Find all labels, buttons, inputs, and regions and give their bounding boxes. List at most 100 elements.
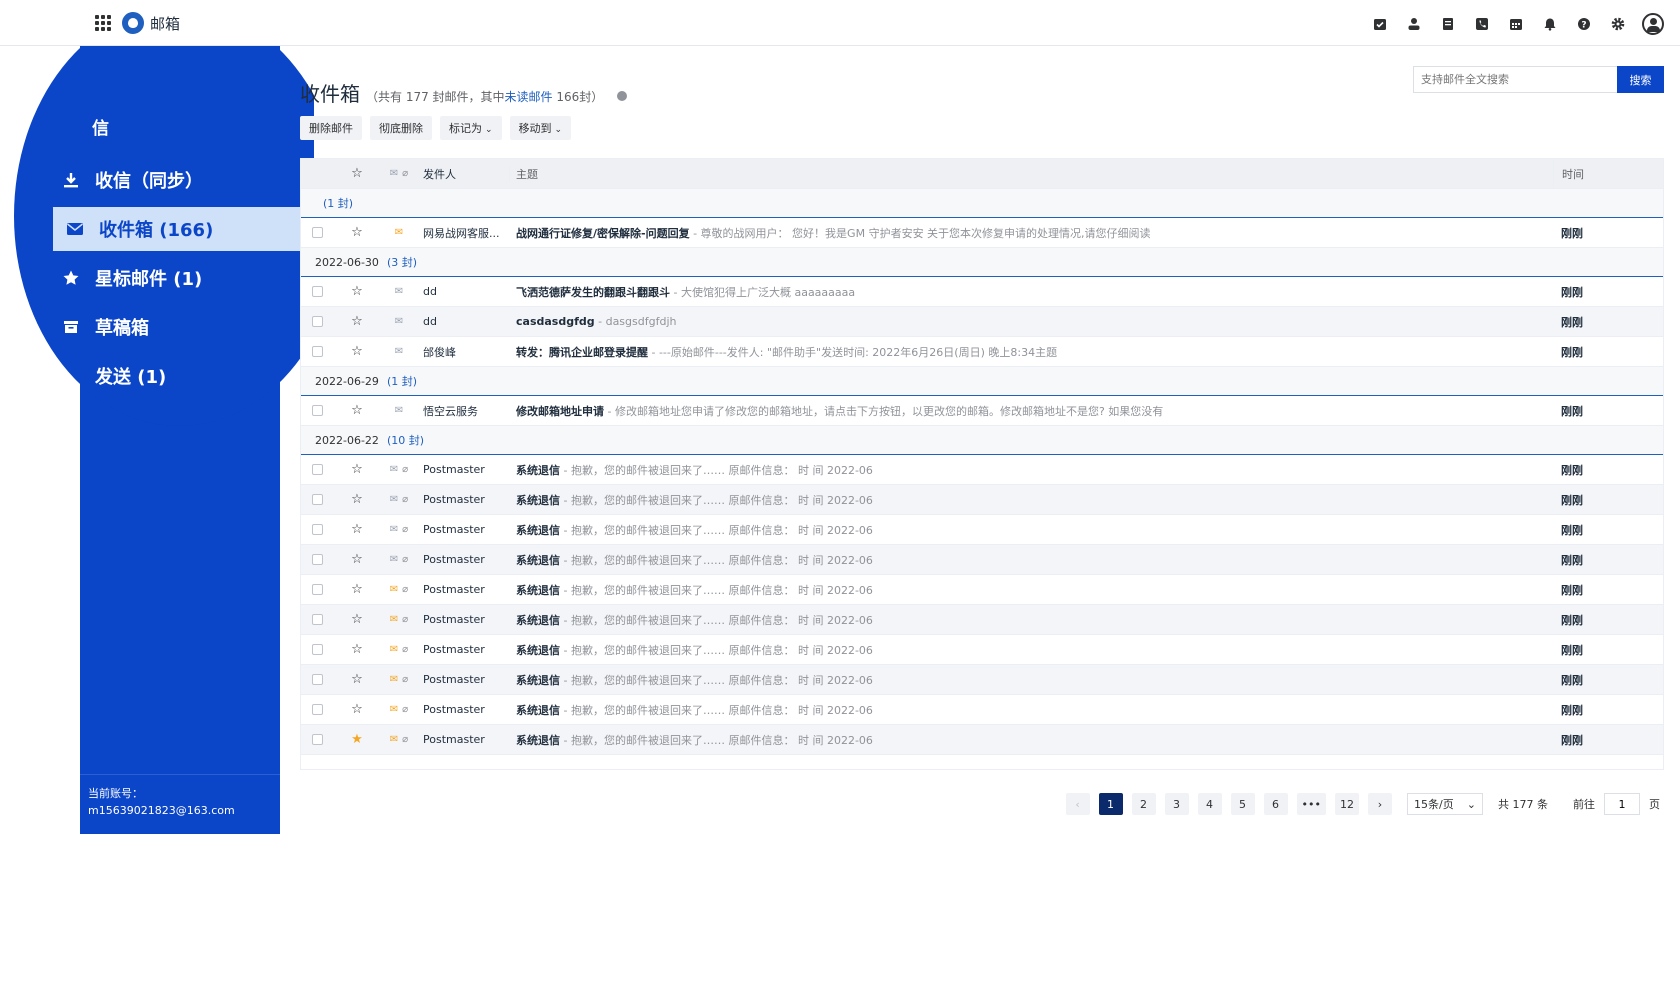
next-page-button[interactable]: › [1368, 793, 1392, 815]
envelope-icon: ✉ [389, 464, 399, 475]
phone-icon[interactable] [1472, 14, 1492, 34]
page-button[interactable]: 4 [1197, 793, 1222, 815]
column-from[interactable]: 发件人 [417, 166, 509, 182]
row-checkbox[interactable] [311, 405, 323, 416]
sidebar-item-inbox[interactable]: 收件箱 (166) [49, 207, 314, 251]
row-checkbox[interactable] [311, 704, 323, 715]
row-checkbox-cell [301, 494, 333, 505]
table-row[interactable]: ☆ ✉ ⌀ Postmaster 系统退信 - 抱歉，您的邮件被退回来了…… 原邮件信息… [301, 605, 1663, 635]
date-group-header[interactable]: 2022-06-29 (1 封) [301, 367, 1663, 396]
table-row[interactable]: ☆ ✉ 网易战网客服... 战网通行证修复/密保解除-问题回复 - 尊敬的战网用户： … [301, 218, 1663, 248]
star-icon[interactable]: ☆ [333, 314, 381, 329]
calendar-icon[interactable] [1506, 14, 1526, 34]
row-subject: 系统退信 [516, 703, 560, 717]
row-time: 刚刚 [1561, 285, 1583, 299]
column-subject[interactable]: 主题 [509, 165, 1553, 182]
table-row[interactable]: ☆ ✉ 悟空云服务 修改邮箱地址申请 - 修改邮箱地址您申请了修改您的邮箱地址，请点击… [301, 396, 1663, 426]
table-row[interactable]: ☆ ✉ ⌀ Postmaster 系统退信 - 抱歉，您的邮件被退回来了…… 原邮件信息… [301, 635, 1663, 665]
star-icon[interactable]: ☆ [333, 284, 381, 299]
row-checkbox[interactable] [311, 346, 323, 357]
star-icon[interactable]: ★ [333, 732, 381, 747]
star-icon[interactable]: ☆ [333, 522, 381, 537]
prev-page-button[interactable]: ‹ [1065, 793, 1090, 815]
star-icon[interactable]: ☆ [333, 672, 381, 687]
contacts-icon[interactable] [1404, 14, 1424, 34]
table-row[interactable]: ☆ ✉ ⌀ Postmaster 系统退信 - 抱歉，您的邮件被退回来了…… 原邮件信息… [301, 665, 1663, 695]
unread-link[interactable]: 未读邮件 [505, 90, 553, 104]
table-row[interactable]: ☆ ✉ ⌀ Postmaster 系统退信 - 抱歉，您的邮件被退回来了…… 原邮件信息… [301, 515, 1663, 545]
sidebar-item-sent[interactable]: 发送 (1) [49, 354, 178, 398]
settings-icon[interactable] [1608, 14, 1628, 34]
star-icon[interactable]: ☆ [333, 403, 381, 418]
page-size-select[interactable]: 15条/页 ⌄ [1407, 793, 1483, 815]
task-icon[interactable] [1370, 14, 1390, 34]
row-checkbox[interactable] [311, 614, 323, 625]
row-checkbox[interactable] [311, 554, 323, 565]
star-icon[interactable]: ☆ [333, 612, 381, 627]
page-button[interactable]: 1 [1098, 793, 1123, 815]
table-row[interactable]: ☆ ✉ dd 飞洒范德萨发生的翻跟斗翻跟斗 - 大使馆犯得上广泛大概 aaaaaaaa… [301, 277, 1663, 307]
table-row[interactable]: ☆ ✉ 邰俊峰 转发：腾讯企业邮登录提醒 - ---原始邮件---发件人: "邮件助手… [301, 337, 1663, 367]
mark-as-dropdown[interactable]: 标记为 ⌄ [440, 116, 502, 140]
page-button[interactable]: 5 [1230, 793, 1255, 815]
help-icon[interactable]: ? [1574, 14, 1594, 34]
page-button[interactable]: 12 [1335, 793, 1359, 815]
star-icon[interactable]: ☆ [333, 552, 381, 567]
avatar-icon[interactable] [1642, 13, 1664, 35]
table-row[interactable]: ★ ✉ ⌀ Postmaster 系统退信 - 抱歉，您的邮件被退回来了…… 原邮件信息… [301, 725, 1663, 755]
star-icon[interactable]: ☆ [333, 462, 381, 477]
row-checkbox[interactable] [311, 584, 323, 595]
star-icon[interactable]: ☆ [333, 344, 381, 359]
move-to-dropdown[interactable]: 移动到 ⌄ [509, 116, 572, 140]
notes-icon[interactable] [1438, 14, 1458, 34]
row-checkbox-cell [301, 524, 333, 535]
row-checkbox[interactable] [311, 316, 323, 327]
row-checkbox-cell [301, 704, 333, 715]
sidebar-item-drafts[interactable]: 草稿箱 [49, 305, 161, 349]
row-preview: - 抱歉，您的邮件被退回来了…… 原邮件信息： 时 间 2022-06 [560, 643, 873, 657]
mail-status-cell: ✉ ⌀ [381, 734, 417, 745]
row-checkbox[interactable] [311, 286, 323, 297]
table-row[interactable]: ☆ ✉ ⌀ Postmaster 系统退信 - 抱歉，您的邮件被退回来了…… 原邮件信息… [301, 455, 1663, 485]
summary-pre: （共有 177 封邮件，其中 [366, 90, 505, 104]
date-group-header[interactable]: (1 封) [301, 189, 1663, 218]
page-button[interactable]: 3 [1164, 793, 1189, 815]
star-icon[interactable]: ☆ [333, 225, 381, 240]
page-button[interactable]: ••• [1296, 793, 1326, 815]
table-row[interactable]: ☆ ✉ ⌀ Postmaster 系统退信 - 抱歉，您的邮件被退回来了…… 原邮件信息… [301, 575, 1663, 605]
star-icon[interactable]: ☆ [333, 492, 381, 507]
row-checkbox[interactable] [311, 464, 323, 475]
group-count: (1 封) [386, 375, 418, 388]
row-checkbox[interactable] [311, 494, 323, 505]
apps-grid-icon[interactable] [95, 15, 111, 31]
star-icon[interactable]: ☆ [333, 702, 381, 717]
mail-status-cell: ✉ ⌀ [381, 584, 417, 595]
row-checkbox[interactable] [311, 734, 323, 745]
date-group-header[interactable]: 2022-06-22 (10 封) [301, 426, 1663, 455]
page-button[interactable]: 2 [1131, 793, 1156, 815]
table-row[interactable]: ☆ ✉ dd casdasdgfdg - dasgsdfgfdjh 刚刚 [301, 307, 1663, 337]
sidebar-item-starred[interactable]: 星标邮件 (1) [49, 256, 214, 300]
sidebar-item-sync[interactable]: 收信（同步） [49, 158, 215, 202]
search-button[interactable]: 搜索 [1617, 66, 1664, 93]
page-button[interactable]: 6 [1263, 793, 1288, 815]
table-row[interactable]: ☆ ✉ ⌀ Postmaster 系统退信 - 抱歉，您的邮件被退回来了…… 原邮件信息… [301, 695, 1663, 725]
sidebar-item-label: 星标邮件 (1) [95, 269, 203, 290]
star-icon[interactable]: ☆ [333, 582, 381, 597]
date-group-header[interactable]: 2022-06-30 (3 封) [301, 248, 1663, 277]
row-checkbox[interactable] [311, 644, 323, 655]
row-checkbox[interactable] [311, 227, 323, 238]
delete-button[interactable]: 删除邮件 [300, 116, 362, 140]
table-row[interactable]: ☆ ✉ ⌀ Postmaster 系统退信 - 抱歉，您的邮件被退回来了…… 原邮件信息… [301, 485, 1663, 515]
column-time[interactable]: 时间 [1553, 158, 1653, 189]
search-input[interactable] [1413, 66, 1617, 93]
bell-icon[interactable] [1540, 14, 1560, 34]
row-checkbox[interactable] [311, 524, 323, 535]
row-time: 刚刚 [1561, 315, 1583, 329]
page-list: 1 2 3 4 5 6 ••• 12 [1098, 793, 1359, 815]
purge-button[interactable]: 彻底删除 [370, 116, 432, 140]
goto-page-input[interactable] [1604, 793, 1640, 815]
table-row[interactable]: ☆ ✉ ⌀ Postmaster 系统退信 - 抱歉，您的邮件被退回来了…… 原邮件信息… [301, 545, 1663, 575]
star-icon[interactable]: ☆ [333, 642, 381, 657]
row-checkbox[interactable] [311, 674, 323, 685]
